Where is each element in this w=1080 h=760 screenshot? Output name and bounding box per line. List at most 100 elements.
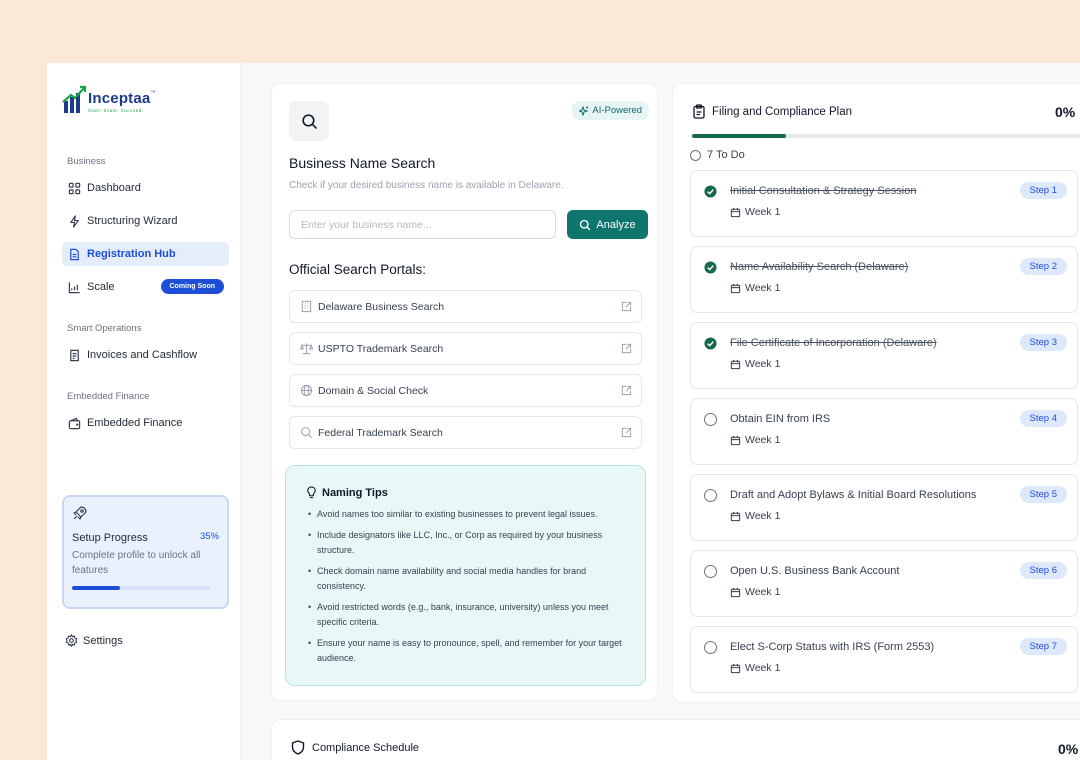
sidebar-item-dashboard[interactable]: Dashboard (62, 176, 229, 200)
step-badge: Step 2 (1019, 258, 1067, 275)
compliance-header: Compliance Schedule (291, 740, 419, 755)
compliance-percent: 0% (1058, 741, 1079, 757)
chart-icon (68, 281, 80, 293)
todo-label: 7 To Do (707, 149, 745, 161)
calendar-icon (730, 587, 741, 597)
circle-icon[interactable] (704, 413, 717, 426)
circle-icon[interactable] (704, 489, 717, 502)
portal-uspto-trademark-search[interactable]: USPTO Trademark Search (289, 332, 642, 365)
step-title: Draft and Adopt Bylaws & Initial Board R… (730, 489, 977, 501)
step-week-label: Week 1 (745, 510, 781, 522)
plan-header: Filing and Compliance Plan (692, 104, 852, 119)
naming-tips-panel: Naming Tips Avoid names too similar to e… (285, 465, 646, 686)
plan-step[interactable]: Obtain EIN from IRS Week 1 Step 4 (690, 398, 1078, 465)
step-title: File Certificate of Incorporation (Delaw… (730, 337, 937, 349)
todo-filter[interactable]: 7 To Do (690, 149, 745, 161)
sidebar-item-structuring-wizard[interactable]: Structuring Wizard (62, 209, 229, 233)
business-name-search-card: AI-Powered Business Name Search Check if… (271, 83, 658, 701)
search-title: Business Name Search (289, 155, 436, 171)
step-badge: Step 7 (1019, 638, 1067, 655)
plan-step[interactable]: File Certificate of Incorporation (Delaw… (690, 322, 1078, 389)
building-icon (301, 300, 312, 313)
check-circle-icon[interactable] (704, 337, 717, 350)
external-link-icon (621, 385, 632, 396)
sidebar-item-embedded-finance[interactable]: Embedded Finance (62, 411, 229, 435)
sidebar-item-label: Structuring Wizard (87, 215, 178, 227)
setup-progress-description: Complete profile to unlock all features (72, 550, 201, 576)
section-label-smart-operations: Smart Operations (67, 323, 142, 334)
sidebar-item-label: Invoices and Cashflow (87, 349, 198, 361)
sidebar-item-scale[interactable]: Scale Coming Soon (62, 275, 229, 299)
plan-step[interactable]: Initial Consultation & Strategy Session W… (690, 170, 1078, 237)
tip-item: Avoid restricted words (e.g., bank, insu… (305, 600, 627, 630)
search-icon (301, 427, 312, 438)
compliance-title: Compliance Schedule (312, 741, 420, 754)
analyze-button[interactable]: Analyze (567, 210, 648, 239)
sidebar-item-invoices[interactable]: Invoices and Cashflow (62, 343, 229, 367)
check-circle-icon[interactable] (704, 261, 717, 274)
settings-link[interactable]: Settings (65, 634, 123, 647)
lightbulb-icon (307, 486, 316, 499)
sidebar-item-registration-hub[interactable]: Registration Hub (62, 242, 229, 266)
step-badge: Step 5 (1019, 486, 1067, 503)
plan-title: Filing and Compliance Plan (712, 105, 852, 118)
setup-progress-fill (72, 586, 121, 590)
wallet-icon (68, 417, 81, 429)
tip-item: Include designators like LLC, Inc., or C… (305, 528, 627, 558)
step-title: Elect S-Corp Status with IRS (Form 2553) (730, 641, 935, 653)
plan-step[interactable]: Draft and Adopt Bylaws & Initial Board R… (690, 474, 1078, 541)
compliance-schedule-card[interactable]: Compliance Schedule 0% (271, 719, 1080, 760)
sidebar-item-label: Dashboard (87, 182, 141, 194)
clipboard-icon (693, 104, 705, 119)
step-title: Name Availability Search (Delaware) (730, 261, 909, 273)
naming-tips-list: Avoid names too similar to existing busi… (305, 507, 627, 666)
rocket-icon (73, 506, 87, 520)
naming-tips-title-label: Naming Tips (322, 486, 388, 499)
step-title: Obtain EIN from IRS (730, 413, 831, 425)
ai-badge-label: AI-Powered (592, 105, 642, 116)
plan-step[interactable]: Open U.S. Business Bank Account Week 1 Ste… (690, 550, 1078, 617)
circle-icon[interactable] (704, 641, 717, 654)
naming-tips-title: Naming Tips (305, 486, 627, 499)
external-link-icon (621, 343, 632, 354)
sidebar-item-label: Registration Hub (87, 248, 176, 260)
brand-tagline: Start. Scale. Succeed. (88, 108, 144, 113)
app-window: Inceptaa™ Start. Scale. Succeed. Busines… (47, 63, 1080, 760)
portal-delaware-business-search[interactable]: Delaware Business Search (289, 290, 642, 323)
step-week: Week 1 (730, 586, 780, 598)
plan-step[interactable]: Name Availability Search (Delaware) Week … (690, 246, 1078, 313)
step-week: Week 1 (730, 206, 780, 218)
circle-icon[interactable] (704, 565, 717, 578)
search-icon (580, 219, 591, 230)
plan-step[interactable]: Elect S-Corp Status with IRS (Form 2553)… (690, 626, 1078, 693)
step-title: Open U.S. Business Bank Account (730, 565, 900, 577)
business-name-input[interactable] (289, 210, 556, 239)
grid-icon (68, 182, 81, 194)
brand-tm: ™ (150, 90, 156, 96)
logo-chart-icon (62, 85, 87, 115)
portal-domain-social-check[interactable]: Domain & Social Check (289, 374, 642, 407)
step-week-label: Week 1 (745, 358, 781, 370)
tip-item: Check domain name availability and socia… (305, 564, 627, 594)
portal-label: Delaware Business Search (318, 300, 445, 313)
circle-icon (690, 149, 701, 161)
check-circle-icon[interactable] (704, 185, 717, 198)
step-badge: Step 1 (1019, 182, 1067, 199)
brand-logo[interactable]: Inceptaa™ Start. Scale. Succeed. (62, 85, 155, 115)
sparkle-icon (579, 105, 589, 116)
setup-progress-card[interactable]: Setup Progress 35% Complete profile to u… (62, 495, 229, 609)
ai-powered-badge: AI-Powered (572, 101, 649, 120)
calendar-icon (730, 663, 741, 673)
sidebar: Inceptaa™ Start. Scale. Succeed. Busines… (47, 63, 241, 760)
calendar-icon (730, 359, 741, 369)
portal-federal-trademark-search[interactable]: Federal Trademark Search (289, 416, 642, 449)
shield-icon (291, 740, 305, 755)
step-week: Week 1 (730, 662, 780, 674)
tip-item: Avoid names too similar to existing busi… (305, 507, 627, 522)
filing-compliance-plan-card: Filing and Compliance Plan 0% 7 To Do In… (672, 83, 1080, 703)
step-week-label: Week 1 (745, 282, 781, 294)
setup-progress-title: Setup Progress (72, 532, 148, 544)
search-subtitle: Check if your desired business name is a… (289, 180, 564, 191)
calendar-icon (730, 283, 741, 293)
globe-icon (300, 384, 313, 397)
